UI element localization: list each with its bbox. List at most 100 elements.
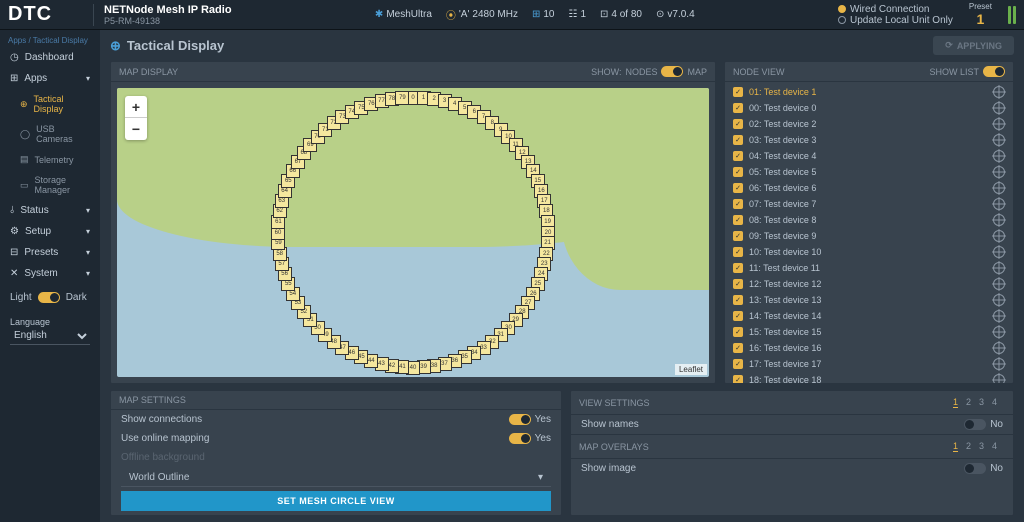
locate-icon[interactable]: [993, 278, 1005, 290]
checkbox-icon[interactable]: ✓: [733, 327, 743, 337]
checkbox-icon[interactable]: ✓: [733, 375, 743, 383]
checkbox-icon[interactable]: ✓: [733, 247, 743, 257]
locate-icon[interactable]: [993, 342, 1005, 354]
leaflet-attribution[interactable]: Leaflet: [675, 364, 707, 375]
locate-icon[interactable]: [993, 182, 1005, 194]
checkbox-icon[interactable]: ✓: [733, 135, 743, 145]
checkbox-icon[interactable]: ✓: [733, 119, 743, 129]
nav-system[interactable]: ✕System▾: [0, 263, 100, 284]
checkbox-icon[interactable]: ✓: [733, 279, 743, 289]
locate-icon[interactable]: [993, 310, 1005, 322]
checkbox-icon[interactable]: ✓: [733, 199, 743, 209]
page-1[interactable]: 1: [953, 397, 958, 408]
locate-icon[interactable]: [993, 134, 1005, 146]
set-mesh-circle-button[interactable]: SET MESH CIRCLE VIEW: [121, 491, 551, 511]
overlay-page-1[interactable]: 1: [953, 441, 958, 452]
page-title: Tactical Display: [127, 38, 224, 53]
checkbox-icon[interactable]: ✓: [733, 215, 743, 225]
checkbox-icon[interactable]: ✓: [733, 183, 743, 193]
show-list-toggle[interactable]: [983, 66, 1005, 77]
nav-apps[interactable]: ⊞Apps▾: [0, 68, 100, 89]
checkbox-icon[interactable]: ✓: [733, 167, 743, 177]
node-row[interactable]: ✓05: Test device 5: [727, 164, 1011, 180]
locate-icon[interactable]: [993, 198, 1005, 210]
nav-storage[interactable]: ▭Storage Manager: [0, 170, 100, 200]
node-row[interactable]: ✓ 17: Test device 17: [727, 356, 1011, 372]
node-row[interactable]: ✓09: Test device 9: [727, 228, 1011, 244]
overlay-page-2[interactable]: 2: [966, 441, 971, 452]
nav-status[interactable]: ⫰Status▾: [0, 200, 100, 221]
language-select[interactable]: English: [10, 327, 90, 345]
locate-icon[interactable]: [993, 246, 1005, 258]
node-row[interactable]: ✓15: Test device 15: [727, 324, 1011, 340]
node-row[interactable]: ✓04: Test device 4: [727, 148, 1011, 164]
node-row[interactable]: ✓12: Test device 12: [727, 276, 1011, 292]
nav-usb[interactable]: ◯USB Cameras: [0, 119, 100, 149]
node-row[interactable]: ✓11: Test device 11: [727, 260, 1011, 276]
nav-telemetry[interactable]: ▤Telemetry: [0, 149, 100, 170]
map-canvas[interactable]: + − 012345678910111213141516171819202122…: [117, 88, 709, 377]
locate-icon[interactable]: [993, 102, 1005, 114]
overlay-page-4[interactable]: 4: [992, 441, 997, 452]
node-row[interactable]: ✓13: Test device 13: [727, 292, 1011, 308]
locate-icon[interactable]: [993, 262, 1005, 274]
show-image-toggle[interactable]: [964, 463, 986, 474]
page-3[interactable]: 3: [979, 397, 984, 408]
locate-icon[interactable]: [993, 214, 1005, 226]
locate-icon[interactable]: [993, 294, 1005, 306]
node-row[interactable]: ✓06: Test device 6: [727, 180, 1011, 196]
page-4[interactable]: 4: [992, 397, 997, 408]
zoom-out-button[interactable]: −: [125, 118, 147, 140]
node-label: 17: Test device 17: [749, 359, 821, 369]
node-row[interactable]: ✓16: Test device 16: [727, 340, 1011, 356]
checkbox-icon[interactable]: ✓: [733, 231, 743, 241]
overlay-page-3[interactable]: 3: [979, 441, 984, 452]
nav-tactical[interactable]: ⊕Tactical Display: [0, 89, 100, 119]
show-names-toggle[interactable]: [964, 419, 986, 430]
node-row[interactable]: ✓ 00: Test device 0: [727, 100, 1011, 116]
node-row[interactable]: ✓14: Test device 14: [727, 308, 1011, 324]
disk-icon: ▭: [20, 180, 29, 191]
locate-icon[interactable]: [993, 230, 1005, 242]
node-label: 00: Test device 0: [749, 103, 816, 113]
checkbox-icon[interactable]: ✓: [733, 343, 743, 353]
nav-dashboard[interactable]: ◷Dashboard: [0, 47, 100, 68]
node-row[interactable]: ✓02: Test device 2: [727, 116, 1011, 132]
radio-wired[interactable]: [838, 5, 846, 13]
node-row[interactable]: ✓01: Test device 1: [727, 84, 1011, 100]
locate-icon[interactable]: [993, 150, 1005, 162]
nav-presets[interactable]: ⊟Presets▾: [0, 242, 100, 263]
locate-icon[interactable]: [993, 358, 1005, 370]
nav-setup[interactable]: ⚙Setup▾: [0, 221, 100, 242]
header-right: Wired Connection Update Local Unit Only …: [838, 2, 1016, 27]
apply-button[interactable]: ⟳APPLYING: [933, 36, 1014, 55]
checkbox-icon[interactable]: ✓: [733, 359, 743, 369]
checkbox-icon[interactable]: ✓: [733, 87, 743, 97]
locate-icon[interactable]: [993, 86, 1005, 98]
theme-toggle[interactable]: [38, 292, 60, 303]
checkbox-icon[interactable]: ✓: [733, 103, 743, 113]
node-row[interactable]: ✓10: Test device 10: [727, 244, 1011, 260]
show-nodes-toggle[interactable]: [661, 66, 683, 77]
node-row[interactable]: ✓03: Test device 3: [727, 132, 1011, 148]
offline-bg-dropdown[interactable]: World Outline▾: [121, 469, 551, 487]
checkbox-icon[interactable]: ✓: [733, 295, 743, 305]
node-row[interactable]: ✓18: Test device 18: [727, 372, 1011, 383]
locate-icon[interactable]: [993, 166, 1005, 178]
mesh-node[interactable]: 79: [395, 91, 409, 105]
locate-icon[interactable]: [993, 326, 1005, 338]
locate-icon[interactable]: [993, 118, 1005, 130]
breadcrumb[interactable]: Apps / Tactical Display: [0, 34, 100, 47]
node-row[interactable]: ✓08: Test device 8: [727, 212, 1011, 228]
show-connections-toggle[interactable]: [509, 414, 531, 425]
locate-icon[interactable]: [993, 374, 1005, 383]
zoom-in-button[interactable]: +: [125, 96, 147, 118]
node-list: ✓01: Test device 1✓00: Test device 0✓02:…: [725, 82, 1013, 383]
checkbox-icon[interactable]: ✓: [733, 311, 743, 321]
radio-update[interactable]: [838, 16, 846, 24]
online-mapping-toggle[interactable]: [509, 433, 531, 444]
node-row[interactable]: ✓07: Test device 7: [727, 196, 1011, 212]
checkbox-icon[interactable]: ✓: [733, 263, 743, 273]
checkbox-icon[interactable]: ✓: [733, 151, 743, 161]
page-2[interactable]: 2: [966, 397, 971, 408]
